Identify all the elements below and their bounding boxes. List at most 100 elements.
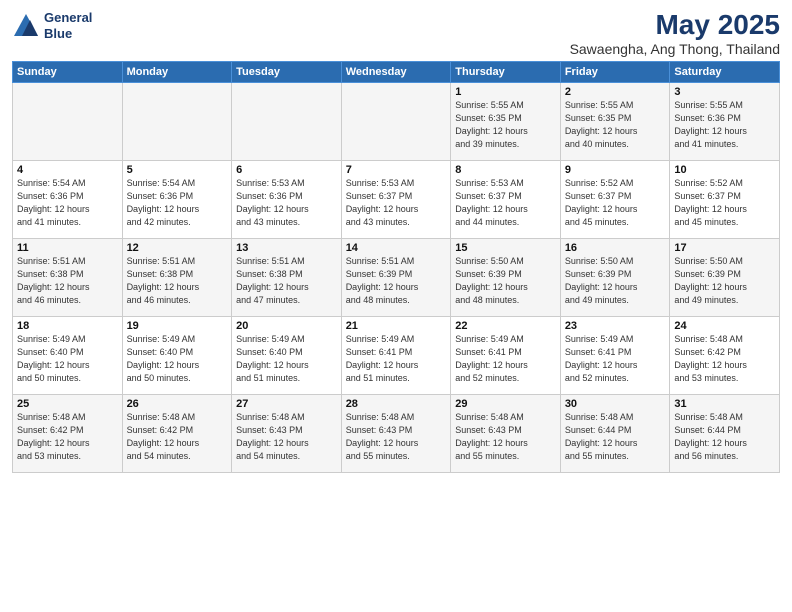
calendar-cell: 3Sunrise: 5:55 AM Sunset: 6:36 PM Daylig… (670, 82, 780, 160)
day-info: Sunrise: 5:49 AM Sunset: 6:41 PM Dayligh… (346, 333, 447, 385)
header: General Blue May 2025 Sawaengha, Ang Tho… (12, 10, 780, 57)
day-info: Sunrise: 5:49 AM Sunset: 6:41 PM Dayligh… (565, 333, 666, 385)
day-number: 27 (236, 398, 337, 410)
calendar-table: SundayMondayTuesdayWednesdayThursdayFrid… (12, 61, 780, 473)
day-info: Sunrise: 5:50 AM Sunset: 6:39 PM Dayligh… (674, 255, 775, 307)
day-info: Sunrise: 5:48 AM Sunset: 6:42 PM Dayligh… (17, 411, 118, 463)
calendar-cell: 30Sunrise: 5:48 AM Sunset: 6:44 PM Dayli… (560, 394, 670, 472)
calendar-cell: 10Sunrise: 5:52 AM Sunset: 6:37 PM Dayli… (670, 160, 780, 238)
day-info: Sunrise: 5:48 AM Sunset: 6:42 PM Dayligh… (674, 333, 775, 385)
calendar-cell: 13Sunrise: 5:51 AM Sunset: 6:38 PM Dayli… (232, 238, 342, 316)
day-number: 11 (17, 242, 118, 254)
day-number: 30 (565, 398, 666, 410)
day-number: 8 (455, 164, 556, 176)
day-number: 18 (17, 320, 118, 332)
day-number: 13 (236, 242, 337, 254)
calendar-cell: 1Sunrise: 5:55 AM Sunset: 6:35 PM Daylig… (451, 82, 561, 160)
day-info: Sunrise: 5:50 AM Sunset: 6:39 PM Dayligh… (565, 255, 666, 307)
day-header-saturday: Saturday (670, 61, 780, 82)
calendar-cell (13, 82, 123, 160)
day-number: 25 (17, 398, 118, 410)
calendar-cell: 14Sunrise: 5:51 AM Sunset: 6:39 PM Dayli… (341, 238, 451, 316)
day-info: Sunrise: 5:48 AM Sunset: 6:43 PM Dayligh… (346, 411, 447, 463)
day-info: Sunrise: 5:52 AM Sunset: 6:37 PM Dayligh… (565, 177, 666, 229)
logo-icon (12, 12, 40, 40)
calendar-cell: 21Sunrise: 5:49 AM Sunset: 6:41 PM Dayli… (341, 316, 451, 394)
day-info: Sunrise: 5:51 AM Sunset: 6:38 PM Dayligh… (236, 255, 337, 307)
calendar-cell: 12Sunrise: 5:51 AM Sunset: 6:38 PM Dayli… (122, 238, 232, 316)
calendar-cell: 26Sunrise: 5:48 AM Sunset: 6:42 PM Dayli… (122, 394, 232, 472)
day-info: Sunrise: 5:54 AM Sunset: 6:36 PM Dayligh… (17, 177, 118, 229)
day-info: Sunrise: 5:48 AM Sunset: 6:42 PM Dayligh… (127, 411, 228, 463)
day-number: 23 (565, 320, 666, 332)
day-info: Sunrise: 5:49 AM Sunset: 6:40 PM Dayligh… (127, 333, 228, 385)
calendar-cell: 11Sunrise: 5:51 AM Sunset: 6:38 PM Dayli… (13, 238, 123, 316)
calendar-cell (122, 82, 232, 160)
day-info: Sunrise: 5:48 AM Sunset: 6:43 PM Dayligh… (455, 411, 556, 463)
day-number: 29 (455, 398, 556, 410)
day-header-sunday: Sunday (13, 61, 123, 82)
day-info: Sunrise: 5:55 AM Sunset: 6:36 PM Dayligh… (674, 99, 775, 151)
calendar-cell: 15Sunrise: 5:50 AM Sunset: 6:39 PM Dayli… (451, 238, 561, 316)
day-number: 7 (346, 164, 447, 176)
calendar-cell: 29Sunrise: 5:48 AM Sunset: 6:43 PM Dayli… (451, 394, 561, 472)
day-info: Sunrise: 5:54 AM Sunset: 6:36 PM Dayligh… (127, 177, 228, 229)
day-info: Sunrise: 5:50 AM Sunset: 6:39 PM Dayligh… (455, 255, 556, 307)
day-header-friday: Friday (560, 61, 670, 82)
calendar-cell: 20Sunrise: 5:49 AM Sunset: 6:40 PM Dayli… (232, 316, 342, 394)
calendar-cell: 25Sunrise: 5:48 AM Sunset: 6:42 PM Dayli… (13, 394, 123, 472)
logo-text: General Blue (44, 10, 92, 41)
day-number: 2 (565, 86, 666, 98)
day-number: 31 (674, 398, 775, 410)
calendar-cell: 7Sunrise: 5:53 AM Sunset: 6:37 PM Daylig… (341, 160, 451, 238)
day-number: 15 (455, 242, 556, 254)
subtitle: Sawaengha, Ang Thong, Thailand (570, 41, 780, 57)
day-info: Sunrise: 5:51 AM Sunset: 6:38 PM Dayligh… (127, 255, 228, 307)
calendar-cell: 22Sunrise: 5:49 AM Sunset: 6:41 PM Dayli… (451, 316, 561, 394)
calendar-cell: 17Sunrise: 5:50 AM Sunset: 6:39 PM Dayli… (670, 238, 780, 316)
day-info: Sunrise: 5:49 AM Sunset: 6:40 PM Dayligh… (236, 333, 337, 385)
calendar-cell: 23Sunrise: 5:49 AM Sunset: 6:41 PM Dayli… (560, 316, 670, 394)
day-number: 21 (346, 320, 447, 332)
day-info: Sunrise: 5:49 AM Sunset: 6:40 PM Dayligh… (17, 333, 118, 385)
day-info: Sunrise: 5:49 AM Sunset: 6:41 PM Dayligh… (455, 333, 556, 385)
day-number: 17 (674, 242, 775, 254)
day-number: 3 (674, 86, 775, 98)
calendar-cell (341, 82, 451, 160)
day-info: Sunrise: 5:52 AM Sunset: 6:37 PM Dayligh… (674, 177, 775, 229)
calendar-cell: 19Sunrise: 5:49 AM Sunset: 6:40 PM Dayli… (122, 316, 232, 394)
day-number: 19 (127, 320, 228, 332)
day-number: 9 (565, 164, 666, 176)
day-number: 14 (346, 242, 447, 254)
calendar-cell: 18Sunrise: 5:49 AM Sunset: 6:40 PM Dayli… (13, 316, 123, 394)
calendar-cell: 8Sunrise: 5:53 AM Sunset: 6:37 PM Daylig… (451, 160, 561, 238)
day-info: Sunrise: 5:51 AM Sunset: 6:39 PM Dayligh… (346, 255, 447, 307)
calendar-cell: 4Sunrise: 5:54 AM Sunset: 6:36 PM Daylig… (13, 160, 123, 238)
day-info: Sunrise: 5:48 AM Sunset: 6:44 PM Dayligh… (565, 411, 666, 463)
day-number: 1 (455, 86, 556, 98)
day-number: 5 (127, 164, 228, 176)
day-number: 10 (674, 164, 775, 176)
calendar-cell: 16Sunrise: 5:50 AM Sunset: 6:39 PM Dayli… (560, 238, 670, 316)
page-container: General Blue May 2025 Sawaengha, Ang Tho… (0, 0, 792, 612)
day-header-wednesday: Wednesday (341, 61, 451, 82)
logo: General Blue (12, 10, 92, 41)
day-info: Sunrise: 5:53 AM Sunset: 6:36 PM Dayligh… (236, 177, 337, 229)
day-info: Sunrise: 5:48 AM Sunset: 6:44 PM Dayligh… (674, 411, 775, 463)
day-number: 4 (17, 164, 118, 176)
main-title: May 2025 (570, 10, 780, 41)
day-header-tuesday: Tuesday (232, 61, 342, 82)
day-number: 24 (674, 320, 775, 332)
day-number: 6 (236, 164, 337, 176)
day-number: 26 (127, 398, 228, 410)
calendar-cell: 6Sunrise: 5:53 AM Sunset: 6:36 PM Daylig… (232, 160, 342, 238)
calendar-cell (232, 82, 342, 160)
calendar-cell: 31Sunrise: 5:48 AM Sunset: 6:44 PM Dayli… (670, 394, 780, 472)
calendar-cell: 24Sunrise: 5:48 AM Sunset: 6:42 PM Dayli… (670, 316, 780, 394)
day-number: 16 (565, 242, 666, 254)
calendar-cell: 5Sunrise: 5:54 AM Sunset: 6:36 PM Daylig… (122, 160, 232, 238)
day-header-monday: Monday (122, 61, 232, 82)
calendar-cell: 28Sunrise: 5:48 AM Sunset: 6:43 PM Dayli… (341, 394, 451, 472)
day-number: 12 (127, 242, 228, 254)
calendar-cell: 9Sunrise: 5:52 AM Sunset: 6:37 PM Daylig… (560, 160, 670, 238)
